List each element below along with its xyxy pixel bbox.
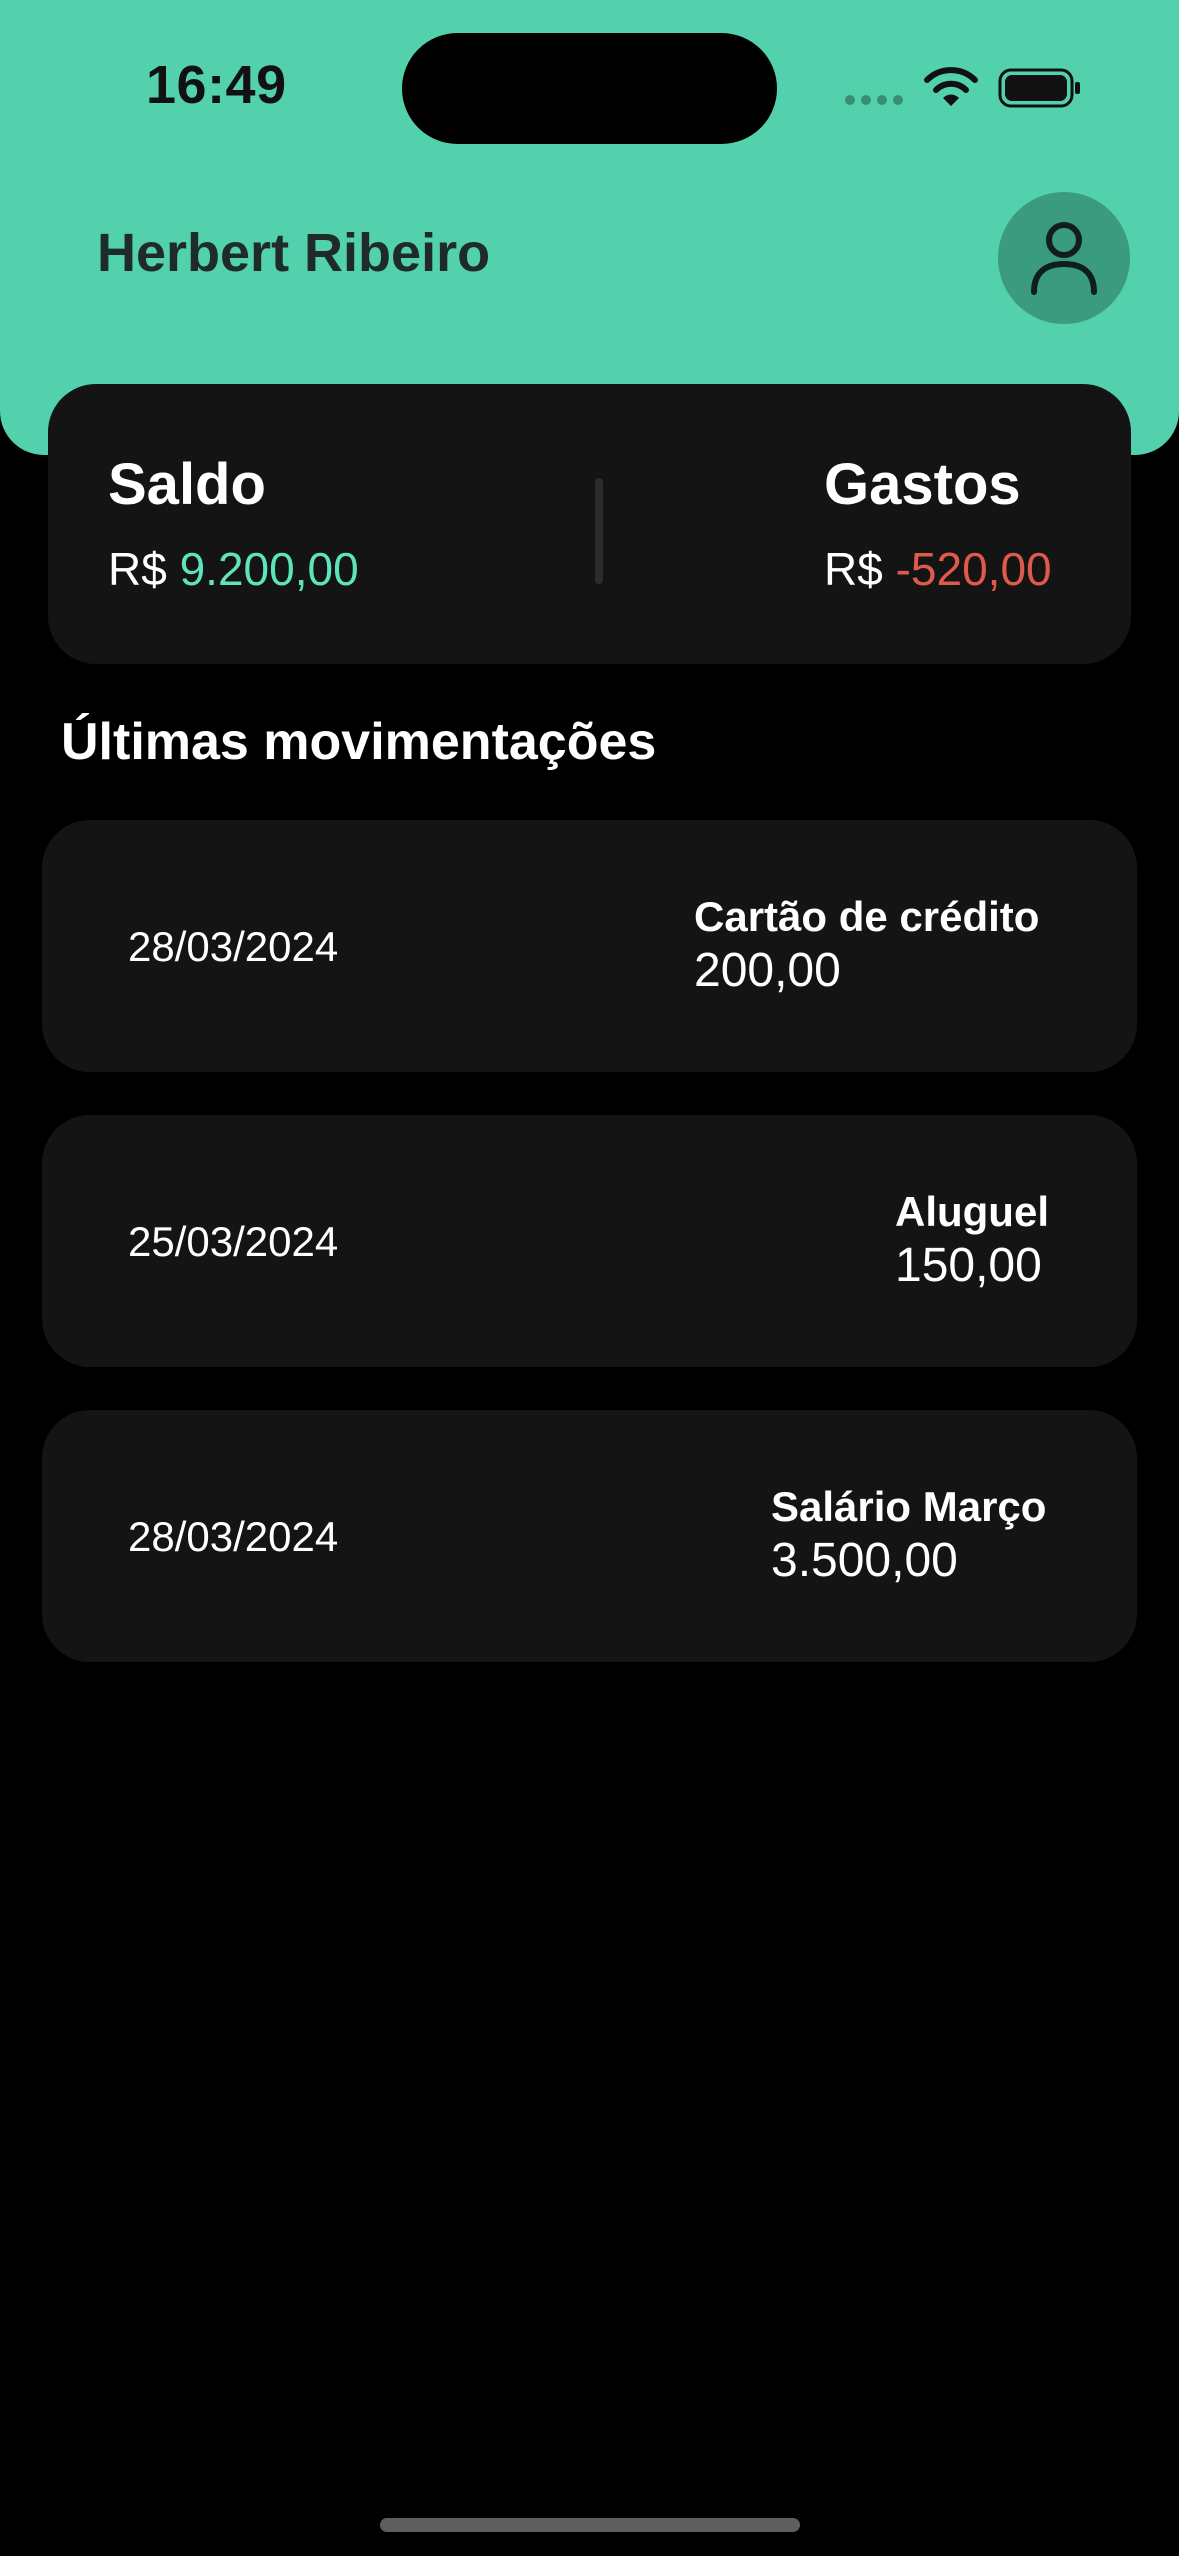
transaction-amount: 150,00 (895, 1239, 1042, 1292)
transaction-name: Cartão de crédito (694, 893, 1040, 940)
balance-value: 9.200,00 (179, 543, 359, 595)
transaction-date: 28/03/2024 (128, 1513, 339, 1560)
dynamic-island (402, 33, 777, 144)
transaction-name: Aluguel (895, 1188, 1049, 1235)
expenses-currency: R$ (824, 543, 883, 595)
cellular-signal-icon (845, 95, 903, 105)
user-name: Herbert Ribeiro (97, 223, 491, 283)
battery-icon (998, 68, 1080, 108)
expenses-value: -520,00 (895, 543, 1052, 595)
expenses-title: Gastos (824, 452, 1021, 517)
user-icon (1031, 222, 1097, 295)
transaction-card[interactable]: 25/03/2024 Aluguel 150,00 (42, 1115, 1137, 1367)
transaction-info: Salário Março 3.500,00 (771, 1483, 1046, 1588)
expenses-value-line: R$ -520,00 (824, 542, 1052, 596)
wifi-icon (924, 67, 978, 106)
balance-title: Saldo (108, 452, 266, 517)
transaction-name: Salário Março (771, 1483, 1047, 1530)
transaction-card[interactable]: 28/03/2024 Salário Março 3.500,00 (42, 1410, 1137, 1662)
transaction-date: 28/03/2024 (128, 923, 339, 970)
balance-currency: R$ (108, 543, 167, 595)
transactions-title: Últimas movimentações (61, 713, 657, 771)
transaction-amount: 200,00 (694, 944, 841, 997)
home-indicator[interactable] (380, 2518, 800, 2532)
status-time: 16:49 (146, 55, 287, 115)
transaction-info: Aluguel 150,00 (895, 1188, 1049, 1293)
transaction-amount: 3.500,00 (771, 1534, 958, 1587)
transaction-card[interactable]: 28/03/2024 Cartão de crédito 200,00 (42, 820, 1137, 1072)
transaction-info: Cartão de crédito 200,00 (694, 893, 1039, 998)
balance-value-line: R$ 9.200,00 (108, 542, 359, 596)
summary-divider (595, 478, 603, 584)
transaction-date: 25/03/2024 (128, 1218, 339, 1265)
profile-button[interactable] (998, 192, 1130, 324)
summary-card: Saldo R$ 9.200,00 Gastos R$ -520,00 (48, 384, 1131, 664)
